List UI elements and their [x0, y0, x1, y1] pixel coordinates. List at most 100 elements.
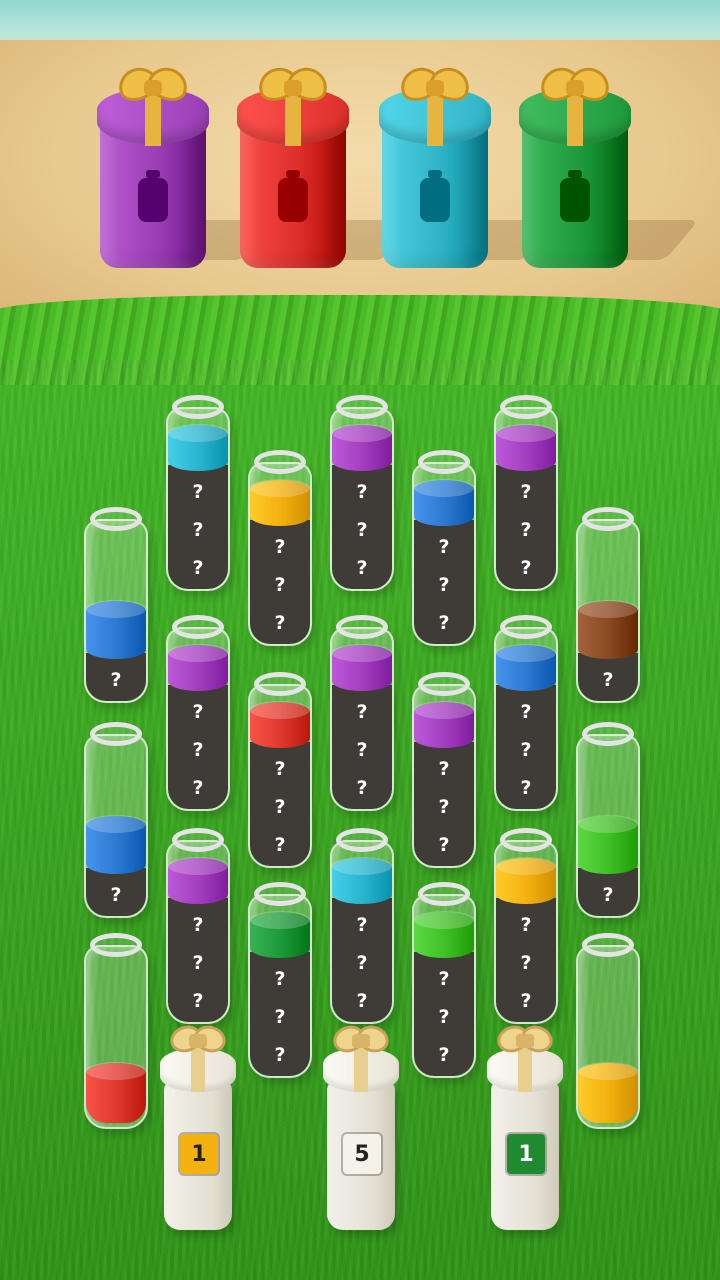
hidden-color-mark: ?: [520, 914, 532, 936]
tube-t13[interactable]: ?: [84, 722, 148, 918]
tube-t5[interactable]: ???: [412, 450, 476, 646]
hidden-color-mark: ?: [520, 739, 532, 761]
tube-glass: ???: [248, 462, 312, 646]
hidden-color-mark: ?: [274, 612, 286, 634]
bow-knot: [426, 80, 444, 96]
tube-t10[interactable]: ???: [330, 615, 394, 811]
tube-rim: [336, 395, 388, 419]
liquid-blue: [86, 815, 146, 874]
hidden-color-mark: ?: [274, 796, 286, 818]
tube-t11[interactable]: ???: [412, 672, 476, 868]
tube-glass: ???: [412, 894, 476, 1078]
hidden-color-mark: ?: [520, 481, 532, 503]
liquid-blue: [414, 479, 474, 526]
tube-rim: [582, 722, 634, 746]
hidden-color-mark: ?: [356, 914, 368, 936]
tube-glass: ???: [494, 627, 558, 811]
bow-knot: [284, 80, 302, 96]
game-board: ????????????????????????????????????????…: [0, 0, 720, 1280]
locked-gift-tube[interactable]: 1: [487, 1022, 563, 1232]
gift-box-cyan: [379, 70, 559, 270]
tube-t9[interactable]: ???: [248, 672, 312, 868]
liquid-purple: [414, 701, 474, 748]
hidden-color-mark: ?: [356, 557, 368, 579]
tube-t2[interactable]: ???: [166, 395, 230, 591]
hidden-color-mark: ?: [438, 968, 450, 990]
tube-t3[interactable]: ???: [248, 450, 312, 646]
tube-t4[interactable]: ???: [330, 395, 394, 591]
liquid-blue: [86, 600, 146, 659]
hidden-color-mark: ?: [356, 952, 368, 974]
tube-glass: ???: [330, 627, 394, 811]
tube-glass: ???: [330, 840, 394, 1024]
hidden-color-mark: ?: [356, 481, 368, 503]
tube-t14[interactable]: ?: [576, 722, 640, 918]
tube-rim: [582, 507, 634, 531]
tube-t21[interactable]: [576, 933, 640, 1129]
tube-t16[interactable]: ???: [248, 882, 312, 1078]
hidden-color-mark: ?: [520, 952, 532, 974]
bottle-icon: [560, 170, 590, 222]
tube-t8[interactable]: ???: [166, 615, 230, 811]
hidden-color-mark: ?: [110, 669, 122, 691]
hidden-color-mark: ?: [520, 701, 532, 723]
hidden-color-mark: ?: [110, 884, 122, 906]
tube-rim: [336, 828, 388, 852]
tube-t17[interactable]: ???: [330, 828, 394, 1024]
hidden-color-mark: ?: [438, 612, 450, 634]
hidden-color-mark: ?: [520, 557, 532, 579]
hidden-color-mark: ?: [274, 968, 286, 990]
hidden-color-mark: ?: [192, 952, 204, 974]
unlock-count-badge: 5: [343, 1134, 381, 1174]
hidden-color-mark: ?: [520, 519, 532, 541]
liquid-yellow: [250, 479, 310, 526]
hidden-color-mark: ?: [274, 536, 286, 558]
tube-glass: ???: [166, 407, 230, 591]
hidden-color-mark: ?: [274, 1044, 286, 1066]
hidden-color-mark: ?: [602, 884, 614, 906]
tube-t18[interactable]: ???: [412, 882, 476, 1078]
hidden-color-mark: ?: [520, 777, 532, 799]
liquid-red: [250, 701, 310, 748]
liquid-purple: [168, 644, 228, 691]
liquid-cyan: [332, 857, 392, 904]
unlock-count-badge: 1: [180, 1134, 218, 1174]
tube-glass: ?: [576, 734, 640, 918]
liquid-lime: [578, 815, 638, 874]
liquid-yellow: [496, 857, 556, 904]
tube-t20[interactable]: [84, 933, 148, 1129]
tube-t12[interactable]: ???: [494, 615, 558, 811]
tube-t15[interactable]: ???: [166, 828, 230, 1024]
hidden-color-mark: ?: [192, 519, 204, 541]
tube-rim: [254, 450, 306, 474]
bottle-icon: [278, 170, 308, 222]
tube-glass: ?: [84, 734, 148, 918]
hidden-color-mark: ?: [192, 739, 204, 761]
hidden-color-mark: ?: [192, 777, 204, 799]
tube-t6[interactable]: ???: [494, 395, 558, 591]
tube-rim: [582, 933, 634, 957]
bottle-icon: [420, 170, 450, 222]
gift-box-red: [237, 70, 417, 270]
tube-t19[interactable]: ???: [494, 828, 558, 1024]
liquid-blue: [496, 644, 556, 691]
tube-t7[interactable]: ?: [576, 507, 640, 703]
locked-gift-tube[interactable]: 1: [160, 1022, 236, 1232]
hidden-color-mark: ?: [356, 990, 368, 1012]
tube-t1[interactable]: ?: [84, 507, 148, 703]
tube-rim: [336, 615, 388, 639]
hidden-color-mark: ?: [356, 701, 368, 723]
bow-knot: [516, 1034, 534, 1048]
tube-rim: [418, 672, 470, 696]
locked-gift-tube[interactable]: 5: [323, 1022, 399, 1232]
hidden-color-mark: ?: [192, 990, 204, 1012]
hidden-color-mark: ?: [356, 519, 368, 541]
liquid-purple: [332, 424, 392, 471]
liquid-green: [250, 911, 310, 958]
tube-glass: ?: [576, 519, 640, 703]
gift-box-purple: [97, 70, 277, 270]
hidden-color-mark: ?: [192, 481, 204, 503]
liquid-brown: [578, 600, 638, 659]
hidden-color-mark: ?: [438, 758, 450, 780]
tube-rim: [90, 722, 142, 746]
